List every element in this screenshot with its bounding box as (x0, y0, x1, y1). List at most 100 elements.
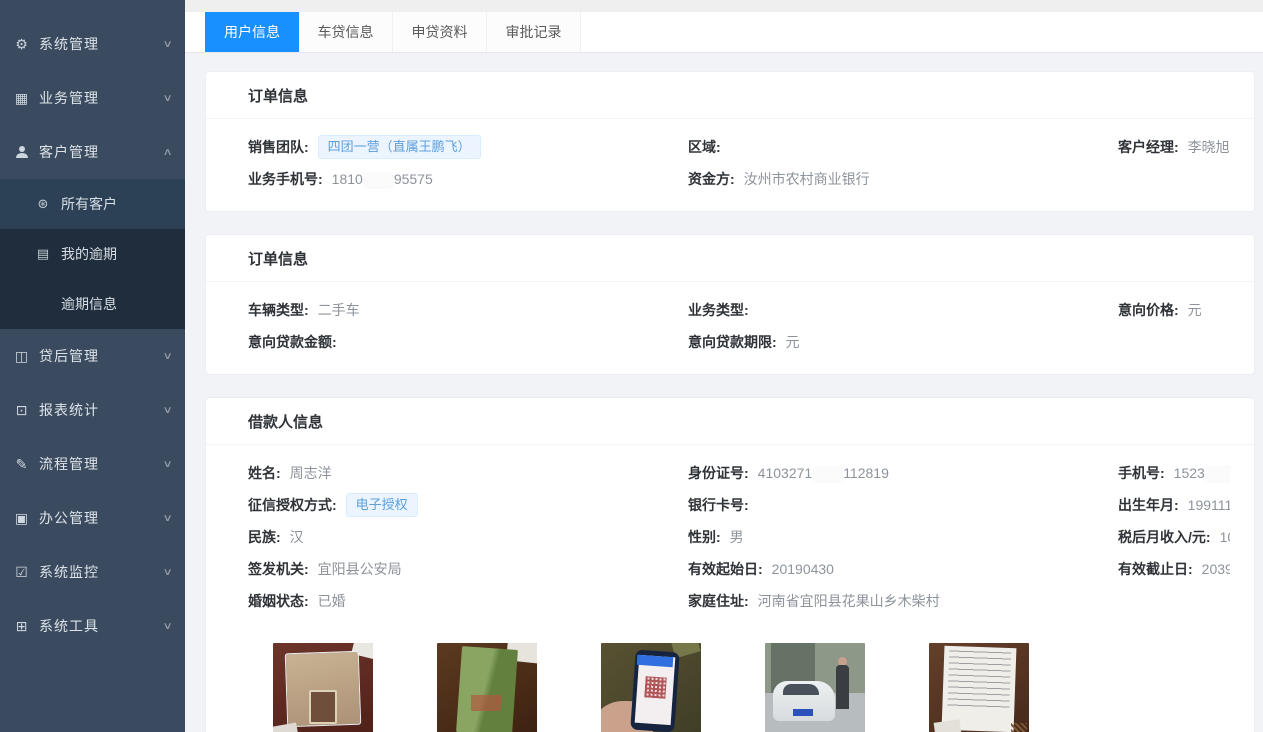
monitor-icon: ⊡ (13, 402, 30, 419)
field-label: 身份证号: (688, 463, 749, 483)
field-label: 性别: (688, 527, 721, 547)
office-icon: ▣ (13, 510, 30, 527)
field-ethnicity: 民族: 汉 (248, 521, 688, 553)
card-title: 订单信息 (206, 72, 1254, 119)
content-area: 订单信息 销售团队: 四团一营（直属王鹏飞） 区域: 客户经理: 李晓旭 (185, 53, 1263, 732)
sidebar-item-label: 系统工具 (39, 616, 164, 636)
sales-team-tag[interactable]: 四团一营（直属王鹏飞） (318, 135, 481, 159)
photo-thumbnail-person-car[interactable] (765, 643, 865, 732)
field-credit-auth-method: 征信授权方式: 电子授权 (248, 489, 688, 521)
field-value: 汉 (290, 527, 304, 547)
wheel-icon: ⊛ (35, 196, 51, 212)
sidebar-item-system-tools[interactable]: ⊞ 系统工具 ∨ (0, 599, 185, 653)
chevron-down-icon: ∨ (162, 39, 172, 50)
field-business-type: 业务类型: (688, 294, 1118, 326)
field-label: 出生年月: (1118, 495, 1179, 515)
tools-icon: ⊞ (13, 618, 30, 635)
field-intended-loan-amount: 意向贷款金额: (248, 326, 688, 358)
chevron-down-icon: ∨ (162, 405, 172, 416)
sidebar-item-all-customers[interactable]: ⊛ 所有客户 (0, 179, 185, 229)
borrower-info-card: 借款人信息 姓名: 周志洋 身份证号: 4103271112819 手机号: 1… (205, 397, 1255, 732)
photo-thumbnail-id-card[interactable] (273, 643, 373, 732)
field-value: 元 (786, 332, 800, 352)
field-value: 20390430 (1202, 561, 1230, 577)
tab-approval-records[interactable]: 审批记录 (487, 12, 581, 52)
field-label: 民族: (248, 527, 281, 547)
tab-loan-application-docs[interactable]: 申贷资料 (393, 12, 487, 52)
field-value: 元 (1188, 300, 1202, 320)
field-label: 意向价格: (1118, 300, 1179, 320)
field-label: 姓名: (248, 463, 281, 483)
photo-item: 其他材料 (929, 643, 1029, 732)
gear-icon: ⚙ (13, 36, 30, 53)
chevron-down-icon: ∨ (162, 513, 172, 524)
field-value: 二手车 (318, 300, 360, 320)
chevron-down-icon: ∨ (162, 93, 172, 104)
photo-thumbnail-handwritten-document[interactable] (929, 643, 1029, 732)
field-vehicle-type: 车辆类型: 二手车 (248, 294, 688, 326)
field-id-number: 身份证号: 4103271112819 (688, 457, 1118, 489)
sidebar-item-post-loan-management[interactable]: ◫ 贷后管理 ∨ (0, 329, 185, 383)
redaction-box (1207, 468, 1230, 481)
customer-submenu: ⊛ 所有客户 ▤ 我的逾期 逾期信息 (0, 179, 185, 329)
field-label: 业务类型: (688, 300, 749, 320)
sidebar-item-my-overdue[interactable]: ▤ 我的逾期 (0, 229, 185, 279)
photo-item: 身份证 (273, 643, 373, 732)
sidebar-item-customer-management[interactable]: 客户管理 ∧ (0, 125, 185, 179)
field-value: 10000 (1220, 529, 1230, 545)
photo-gallery: 身份证 行驶证照片 征信授权 (248, 617, 1230, 732)
field-label: 资金方: (688, 169, 735, 189)
card-title: 借款人信息 (206, 398, 1254, 445)
field-mobile-phone: 手机号: 15238137 (1118, 457, 1230, 489)
field-home-address: 家庭住址: 河南省宜阳县花果山乡木柴村 (688, 585, 1118, 617)
chevron-down-icon: ∨ (162, 567, 172, 578)
field-region: 区域: (688, 131, 1118, 163)
sidebar-item-office-management[interactable]: ▣ 办公管理 ∨ (0, 491, 185, 545)
sidebar-item-business-management[interactable]: ▦ 业务管理 ∨ (0, 71, 185, 125)
field-account-manager: 客户经理: 李晓旭 (1118, 131, 1230, 163)
photo-item: 征信授权 (601, 643, 701, 732)
field-value: 男 (730, 527, 744, 547)
photo-thumbnail-phone-qr[interactable] (601, 643, 701, 732)
field-label: 意向贷款金额: (248, 332, 337, 352)
field-birth-date: 出生年月: 19911111 (1118, 489, 1230, 521)
top-strip (185, 0, 1263, 12)
chevron-down-icon: ∨ (162, 351, 172, 362)
credit-auth-tag: 电子授权 (346, 493, 418, 517)
notebook-icon: ▤ (35, 246, 51, 262)
field-bank-card: 银行卡号: (688, 489, 1118, 521)
order-info-card-1: 订单信息 销售团队: 四团一营（直属王鹏飞） 区域: 客户经理: 李晓旭 (205, 71, 1255, 212)
field-business-phone: 业务手机号: 181095575 (248, 163, 688, 195)
field-label: 客户经理: (1118, 137, 1179, 157)
field-valid-to: 有效截止日: 20390430 (1118, 553, 1230, 585)
sidebar-item-label: 系统监控 (39, 562, 164, 582)
sidebar-item-label: 业务管理 (39, 88, 164, 108)
field-value: 15238137 (1174, 465, 1230, 481)
sidebar-item-report-statistics[interactable]: ⊡ 报表统计 ∨ (0, 383, 185, 437)
tab-user-info[interactable]: 用户信息 (205, 12, 299, 52)
field-value: 4103271112819 (758, 465, 889, 481)
photo-item: 人车合影 (765, 643, 865, 732)
field-sales-team: 销售团队: 四团一营（直属王鹏飞） (248, 131, 688, 163)
sidebar-item-label: 办公管理 (39, 508, 164, 528)
redaction-box (365, 174, 392, 187)
sidebar-item-system-monitor[interactable]: ☑ 系统监控 ∨ (0, 545, 185, 599)
sidebar-item-label: 逾期信息 (61, 294, 117, 314)
main-panel: 用户信息 车贷信息 申贷资料 审批记录 订单信息 销售团队: 四团一营（直属王鹏… (185, 0, 1263, 732)
tab-car-loan-info[interactable]: 车贷信息 (299, 12, 393, 52)
photo-thumbnail-green-booklet[interactable] (437, 643, 537, 732)
field-issuing-authority: 签发机关: 宜阳县公安局 (248, 553, 688, 585)
sidebar-item-process-management[interactable]: ✎ 流程管理 ∨ (0, 437, 185, 491)
field-label: 有效起始日: (688, 559, 763, 579)
field-value: 汝州市农村商业银行 (744, 169, 870, 189)
redaction-box (814, 468, 841, 481)
sidebar-item-label: 系统管理 (39, 34, 164, 54)
sidebar-item-overdue-info[interactable]: 逾期信息 (0, 279, 185, 329)
field-label: 业务手机号: (248, 169, 323, 189)
sidebar-item-system-management[interactable]: ⚙ 系统管理 ∨ (0, 17, 185, 71)
field-intended-price: 意向价格: 元 (1118, 294, 1230, 326)
field-value: 周志洋 (290, 463, 332, 483)
field-value: 181095575 (332, 171, 433, 187)
field-label: 征信授权方式: (248, 495, 337, 515)
tab-bar: 用户信息 车贷信息 申贷资料 审批记录 (185, 12, 1263, 53)
